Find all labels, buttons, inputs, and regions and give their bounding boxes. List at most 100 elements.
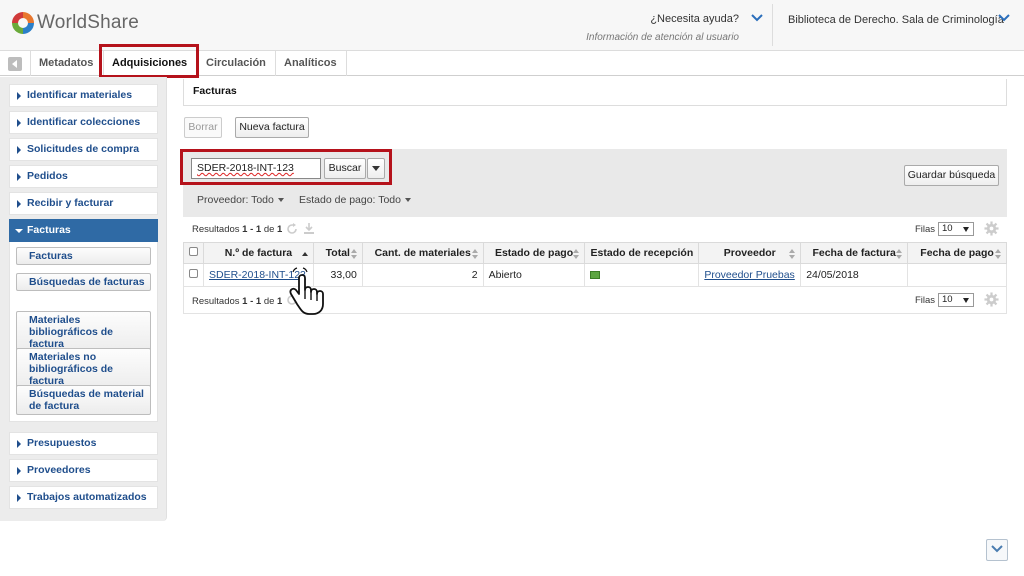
tab-adquisiciones[interactable]: Adquisiciones xyxy=(103,51,196,76)
col-invoice-date[interactable]: Fecha de factura xyxy=(800,242,909,264)
col-header-label: Cant. de materiales xyxy=(374,247,471,259)
sidebar: Identificar materiales Identificar colec… xyxy=(0,77,167,521)
sidebar-item-recibir-facturar[interactable]: Recibir y facturar xyxy=(9,192,158,215)
row-select-cell[interactable] xyxy=(183,263,204,287)
caret-right-icon xyxy=(17,119,21,127)
col-receipt-status[interactable]: Estado de recepción xyxy=(584,242,700,264)
col-payment-status[interactable]: Estado de pago xyxy=(482,242,586,264)
col-item-count[interactable]: Cant. de materiales xyxy=(361,242,484,264)
col-header-label: Fecha de factura xyxy=(812,247,896,259)
collapse-sidebar-icon[interactable] xyxy=(8,57,22,71)
sidebar-item-label: Solicitudes de compra xyxy=(27,143,140,155)
col-total[interactable]: Total xyxy=(312,242,363,264)
scroll-down-button[interactable] xyxy=(986,539,1008,561)
vendor-link[interactable]: Proveedor Pruebas xyxy=(704,269,794,281)
app-header: WorldShare ¿Necesita ayuda? Información … xyxy=(0,0,1024,51)
rows-label-bottom: Filas xyxy=(915,295,936,306)
sidebar-item-pedidos[interactable]: Pedidos xyxy=(9,165,158,188)
receipt-status-cell xyxy=(584,263,700,287)
sort-icon xyxy=(573,249,580,259)
new-invoice-button[interactable]: Nueva factura xyxy=(235,117,309,138)
module-tabs: Metadatos Adquisiciones Circulación Anal… xyxy=(0,51,1024,76)
col-header-label: N.º de factura xyxy=(224,247,293,259)
tab-metadatos[interactable]: Metadatos xyxy=(30,51,101,76)
sub-item-materiales-no-bibliograficos[interactable]: Materiales no bibliográficos de factura xyxy=(16,348,151,390)
hand-cursor-icon xyxy=(289,267,324,315)
caret-right-icon xyxy=(17,494,21,502)
col-header-label: Estado de pago xyxy=(494,247,574,259)
caret-right-icon xyxy=(17,173,21,181)
rows-select-top[interactable]: 10 xyxy=(938,222,974,236)
results-count-bottom: Resultados 1 - 1 de 1 xyxy=(192,296,282,307)
payment-date-cell xyxy=(907,263,1007,287)
search-input-value: SDER-2018-INT-123 xyxy=(197,162,294,174)
search-input[interactable]: SDER-2018-INT-123 xyxy=(191,158,321,179)
payment-filter-label: Estado de pago: Todo xyxy=(299,194,401,206)
col-header-label: Estado de recepción xyxy=(590,247,694,259)
sub-item-busquedas-facturas[interactable]: Búsquedas de facturas xyxy=(16,273,151,291)
rows-label-top: Filas xyxy=(915,224,936,235)
results-prefix: Resultados xyxy=(192,296,240,307)
sidebar-item-identificar-materiales[interactable]: Identificar materiales xyxy=(9,84,158,107)
sidebar-item-facturas[interactable]: Facturas xyxy=(9,219,158,242)
caret-down-icon xyxy=(277,198,284,203)
table-header-row: N.º de factura Total Cant. de materiales… xyxy=(183,242,1007,264)
caret-right-icon xyxy=(17,467,21,475)
sidebar-item-trabajos-automatizados[interactable]: Trabajos automatizados xyxy=(9,486,158,509)
chevron-down-icon[interactable] xyxy=(998,14,1012,24)
refresh-icon[interactable] xyxy=(286,223,298,235)
gear-icon[interactable] xyxy=(984,221,999,236)
col-header-label: Fecha de pago xyxy=(920,247,994,259)
sort-icon xyxy=(350,249,357,259)
results-range: 1 - 1 xyxy=(242,224,262,235)
select-all-cell[interactable] xyxy=(183,242,204,264)
tab-circulacion[interactable]: Circulación xyxy=(197,51,274,76)
col-payment-date[interactable]: Fecha de pago xyxy=(907,242,1007,264)
results-range: 1 - 1 xyxy=(242,296,262,307)
gear-icon[interactable] xyxy=(984,292,999,307)
library-selector[interactable]: Biblioteca de Derecho. Sala de Criminolo… xyxy=(788,14,1004,26)
sidebar-item-presupuestos[interactable]: Presupuestos xyxy=(9,432,158,455)
sort-icon xyxy=(471,249,478,259)
sub-item-facturas[interactable]: Facturas xyxy=(16,247,151,265)
save-search-button[interactable]: Guardar búsqueda xyxy=(904,165,999,186)
search-button[interactable]: Buscar xyxy=(324,158,366,179)
row-checkbox[interactable] xyxy=(189,269,198,278)
caret-right-icon xyxy=(17,146,21,154)
download-icon[interactable] xyxy=(303,223,315,235)
caret-down-icon xyxy=(404,198,411,203)
sub-item-busquedas-material[interactable]: Búsquedas de material de factura xyxy=(16,385,151,415)
payment-status-cell: Abierto xyxy=(482,263,586,287)
select-all-checkbox[interactable] xyxy=(189,247,198,256)
item-count-cell: 2 xyxy=(361,263,484,287)
col-invoice-no[interactable]: N.º de factura xyxy=(203,242,314,264)
sidebar-item-label: Presupuestos xyxy=(27,437,97,449)
sidebar-item-identificar-colecciones[interactable]: Identificar colecciones xyxy=(9,111,158,134)
vendor-filter[interactable]: Proveedor: Todo xyxy=(197,194,284,206)
results-of: de xyxy=(263,296,275,307)
vendor-filter-label: Proveedor: Todo xyxy=(197,194,274,206)
worldshare-logo-icon xyxy=(12,12,34,34)
search-options-button[interactable] xyxy=(367,158,385,179)
chevron-down-icon[interactable] xyxy=(751,14,765,24)
payment-status-filter[interactable]: Estado de pago: Todo xyxy=(299,194,411,206)
delete-button[interactable]: Borrar xyxy=(184,117,222,138)
col-header-label: Proveedor xyxy=(723,247,776,259)
col-header-label: Total xyxy=(325,247,350,259)
sidebar-item-label: Identificar materiales xyxy=(27,89,133,101)
caret-down-icon xyxy=(15,229,23,233)
header-divider xyxy=(772,4,773,46)
sidebar-item-solicitudes[interactable]: Solicitudes de compra xyxy=(9,138,158,161)
col-vendor[interactable]: Proveedor xyxy=(698,242,802,264)
sort-asc-icon xyxy=(301,249,308,259)
sidebar-item-proveedores[interactable]: Proveedores xyxy=(9,459,158,482)
rows-select-bottom[interactable]: 10 xyxy=(938,293,974,307)
help-title: ¿Necesita ayuda? xyxy=(650,13,739,25)
sub-item-materiales-bibliograficos[interactable]: Materiales bibliográficos de factura xyxy=(16,311,151,353)
help-subtitle: Información de atención al usuario xyxy=(586,32,739,43)
sort-icon xyxy=(896,249,903,259)
tab-analiticos[interactable]: Analíticos xyxy=(275,51,345,76)
worldshare-logo[interactable]: WorldShare xyxy=(12,12,139,34)
sort-icon xyxy=(995,249,1001,259)
help-menu[interactable]: ¿Necesita ayuda? Información de atención… xyxy=(586,13,739,43)
